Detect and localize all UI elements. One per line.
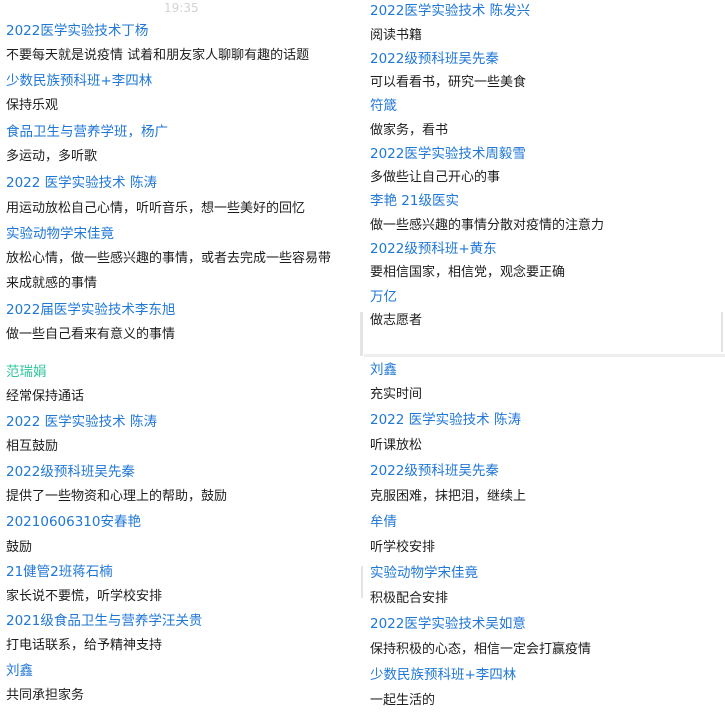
- sender-name[interactable]: 21健管2班蒋石楠: [6, 563, 356, 581]
- panel-top-right: 2022医学实验技术 陈发兴 阅读书籍 2022级预科班吴先秦 可以看看书，研究…: [364, 0, 725, 340]
- sender-name[interactable]: 2022级预科班吴先秦: [6, 463, 356, 481]
- sender-name[interactable]: 2022医学实验技术丁杨: [6, 22, 356, 40]
- sender-name[interactable]: 牟倩: [370, 513, 721, 531]
- message-text: 积极配合安排: [370, 591, 449, 606]
- scrollbar-track[interactable]: [721, 312, 723, 352]
- message-text: 做一些自己看来有意义的事情: [6, 327, 176, 342]
- message-text: 克服困难，抹把泪，继续上: [370, 489, 527, 504]
- sender-name[interactable]: 2022级预科班吴先秦: [370, 462, 721, 480]
- message-text: 不要每天就是说疫情 试着和朋友家人聊聊有趣的话题: [6, 48, 310, 63]
- sender-name[interactable]: 食品卫生与营养学班，杨广: [6, 123, 356, 141]
- sender-name[interactable]: 2022医学实验技术周毅雪: [370, 145, 721, 163]
- sender-name[interactable]: 少数民族预科班+李四林: [370, 666, 721, 684]
- panel-divider: [364, 354, 725, 357]
- sender-name[interactable]: 刘鑫: [370, 361, 721, 379]
- message-text: 多做些让自己开心的事: [370, 170, 501, 185]
- panel-top-left: 19:35 2022医学实验技术丁杨 不要每天就是说疫情 试着和朋友家人聊聊有趣…: [0, 0, 360, 358]
- sender-name[interactable]: 符箴: [370, 97, 721, 115]
- sender-name[interactable]: 范瑞娟: [6, 363, 356, 381]
- message-text: 保持积极的心态，相信一定会打赢疫情: [370, 642, 592, 657]
- message-text: 共同承担家务: [6, 688, 85, 703]
- sender-name[interactable]: 万亿: [370, 288, 721, 306]
- panel-divider: [360, 312, 363, 356]
- sender-name[interactable]: 2021级食品卫生与营养学汪关贵: [6, 612, 356, 630]
- panel-bottom-right: 刘鑫 充实时间 2022 医学实验技术 陈涛 听课放松 2022级预科班吴先秦 …: [364, 358, 725, 713]
- message-text: 要相信国家，相信党，观念要正确: [370, 265, 566, 280]
- sender-name[interactable]: 2022届医学实验技术李东旭: [6, 301, 356, 319]
- sender-name[interactable]: 2022级预科班+黄东: [370, 240, 721, 258]
- message-text-continued: 来成就感的事情: [6, 276, 98, 291]
- message-text: 做一些感兴趣的事情分散对疫情的注意力: [370, 218, 605, 233]
- sender-name[interactable]: 2022医学实验技术吴如意: [370, 615, 721, 633]
- panel-bottom-left: 范瑞娟 经常保持通话 2022 医学实验技术 陈涛 相互鼓励 2022级预科班吴…: [0, 358, 360, 713]
- sender-name[interactable]: 20210606310安春艳: [6, 513, 356, 531]
- panel-divider: [361, 566, 363, 598]
- timestamp: 19:35: [164, 1, 199, 15]
- sender-name[interactable]: 2022 医学实验技术 陈涛: [6, 413, 356, 431]
- message-text: 阅读书籍: [370, 28, 423, 43]
- message-text: 充实时间: [370, 387, 423, 402]
- message-text: 保持乐观: [6, 98, 59, 113]
- message-text: 做家务，看书: [370, 123, 449, 138]
- sender-name[interactable]: 实验动物学宋佳竟: [6, 225, 356, 243]
- sender-name[interactable]: 实验动物学宋佳竟: [370, 564, 721, 582]
- message-text: 家长说不要慌，听学校安排: [6, 589, 163, 604]
- sender-name[interactable]: 少数民族预科班+李四林: [6, 72, 356, 90]
- message-text: 听学校安排: [370, 540, 436, 555]
- message-text: 经常保持通话: [6, 389, 85, 404]
- sender-name[interactable]: 李艳 21级医实: [370, 192, 721, 210]
- message-text: 一起生活的: [370, 693, 436, 708]
- message-text: 可以看看书，研究一些美食: [370, 75, 527, 90]
- message-text: 鼓励: [6, 540, 33, 555]
- message-text: 做志愿者: [370, 313, 423, 328]
- message-text: 多运动，多听歌: [6, 149, 98, 164]
- message-text: 打电话联系，给予精神支持: [6, 638, 163, 653]
- sender-name[interactable]: 刘鑫: [6, 662, 356, 680]
- sender-name[interactable]: 2022 医学实验技术 陈涛: [370, 411, 721, 429]
- message-text: 放松心情，做一些感兴趣的事情，或者去完成一些容易带: [6, 251, 332, 266]
- sender-name[interactable]: 2022级预科班吴先秦: [370, 50, 721, 68]
- sender-name[interactable]: 2022医学实验技术 陈发兴: [370, 2, 721, 20]
- message-text: 相互鼓励: [6, 439, 59, 454]
- message-text: 提供了一些物资和心理上的帮助，鼓励: [6, 489, 228, 504]
- sender-name[interactable]: 2022 医学实验技术 陈涛: [6, 174, 356, 192]
- message-text: 听课放松: [370, 438, 423, 453]
- message-text: 用运动放松自己心情，听听音乐，想一些美好的回忆: [6, 201, 306, 216]
